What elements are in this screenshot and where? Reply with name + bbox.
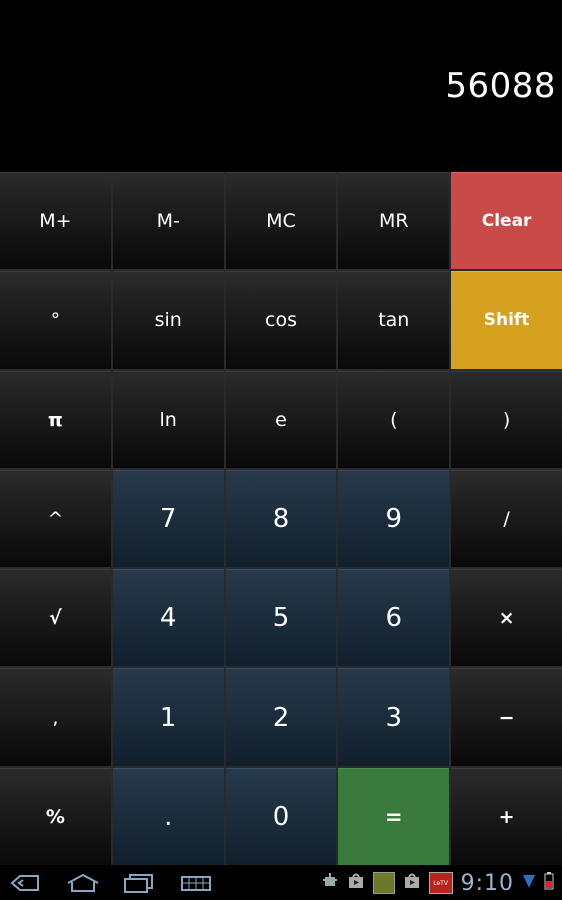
digit-9-button[interactable]: 9 — [338, 469, 450, 568]
android-debug-icon — [321, 872, 339, 894]
power-button[interactable]: ^ — [0, 469, 111, 568]
memory-subtract-button[interactable]: M- — [112, 172, 224, 270]
keypad: M+ M- MC MR Clear ° sin cos tan Shift π ln e() ^ 7 8 9/ √… — [0, 172, 562, 865]
display-value: 56088 — [445, 66, 556, 106]
tan-button[interactable]: tan — [338, 271, 450, 369]
degree-button[interactable]: ° — [0, 271, 111, 369]
cos-button[interactable]: cos — [225, 271, 337, 369]
close-paren-button[interactable]: ) — [451, 370, 562, 468]
ln-button[interactable]: ln — [112, 370, 224, 468]
status-clock: 9:10 — [460, 870, 514, 896]
decimal-button[interactable]: . — [112, 767, 224, 865]
system-bar: LeTV 9:10 — [0, 865, 562, 900]
shift-button[interactable]: Shift — [451, 271, 562, 369]
digit-7-button[interactable]: 7 — [112, 469, 224, 568]
minus-button[interactable]: − — [451, 668, 562, 766]
open-paren-button[interactable]: ( — [338, 370, 450, 468]
memory-add-button[interactable]: M+ — [0, 172, 111, 270]
recent-apps-icon[interactable] — [122, 873, 154, 897]
notification-thumbnail-icon — [372, 872, 395, 894]
battery-icon — [544, 872, 554, 894]
digit-0-button[interactable]: 0 — [225, 767, 337, 865]
pi-button[interactable]: π — [0, 370, 111, 468]
multiply-button[interactable]: × — [451, 569, 562, 667]
calculator-display: 56088 — [0, 0, 562, 172]
store-bag-icon — [347, 872, 365, 894]
letv-notification-icon: LeTV — [428, 872, 453, 894]
plus-button[interactable]: + — [451, 767, 562, 865]
digit-5-button[interactable]: 5 — [225, 569, 337, 667]
digit-1-button[interactable]: 1 — [112, 668, 224, 766]
clear-button[interactable]: Clear — [451, 172, 562, 270]
memory-recall-button[interactable]: MR — [338, 172, 450, 270]
divide-button[interactable]: / — [451, 469, 562, 568]
sin-button[interactable]: sin — [112, 271, 224, 369]
comma-button[interactable]: , — [0, 668, 111, 766]
digit-2-button[interactable]: 2 — [225, 668, 337, 766]
digit-3-button[interactable]: 3 — [338, 668, 450, 766]
back-icon[interactable] — [10, 873, 42, 897]
status-area[interactable]: LeTV 9:10 — [321, 870, 554, 896]
keyboard-icon[interactable] — [180, 873, 212, 897]
equals-button[interactable]: = — [338, 767, 450, 865]
sqrt-button[interactable]: √ — [0, 569, 111, 667]
digit-4-button[interactable]: 4 — [112, 569, 224, 667]
home-icon[interactable] — [66, 873, 100, 897]
memory-clear-button[interactable]: MC — [225, 172, 337, 270]
digit-6-button[interactable]: 6 — [338, 569, 450, 667]
percent-button[interactable]: % — [0, 767, 111, 865]
wifi-icon — [522, 872, 536, 894]
digit-8-button[interactable]: 8 — [225, 469, 337, 568]
e-button[interactable]: e — [225, 370, 337, 468]
store-bag-icon-2 — [403, 872, 421, 894]
